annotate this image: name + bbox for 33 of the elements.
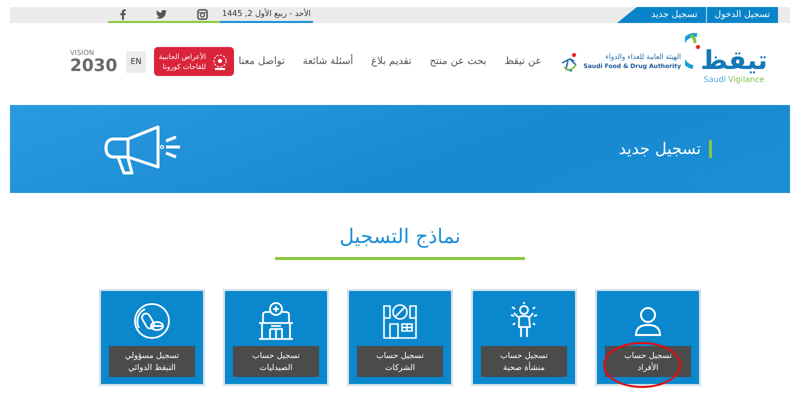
nav-link[interactable]: عن تيقظ	[504, 54, 542, 69]
card-label: تسجيل حساب الصيدليات	[233, 346, 319, 377]
logo-subtitle: Vigilance	[728, 75, 764, 84]
registration-card[interactable]: تسجيل حساب الأفراد	[595, 289, 701, 386]
card-label: تسجيل حساب منشأة صحية	[481, 346, 567, 377]
twitter-icon[interactable]	[156, 10, 167, 18]
nav-link[interactable]: بحث عن منتج	[430, 54, 486, 69]
pills-in-circle-icon	[133, 302, 171, 340]
facebook-icon[interactable]	[120, 8, 126, 20]
logo-mark-icon	[685, 33, 703, 69]
section-title: نماذج التسجيل	[340, 223, 461, 250]
pharmacy-building-icon	[257, 300, 295, 340]
card-label: تسجيل حساب الأفراد	[605, 346, 691, 377]
card-label: تسجيل حساب الشركات	[357, 346, 443, 377]
card-label: تسجيل مسؤولي التيقظ الدوائي	[109, 346, 195, 377]
instagram-icon[interactable]	[197, 8, 208, 20]
nav-link[interactable]: تقديم بلاغ	[371, 54, 412, 69]
logo-subtitle: Saudi	[704, 75, 726, 84]
account-link[interactable]: تسجيل جديد	[643, 7, 707, 23]
registration-card[interactable]: تسجيل حساب منشأة صحية	[471, 289, 577, 386]
account-link[interactable]: تسجيل الدخول	[706, 7, 778, 23]
banner-title: تسجيل جديد	[618, 138, 701, 160]
language-button[interactable]: EN	[126, 50, 146, 72]
logo-wordmark[interactable]: تيقظ	[700, 39, 768, 75]
nav-link[interactable]: تواصل معنا	[238, 54, 285, 69]
nav-link[interactable]: أسئلة شائعة	[302, 54, 354, 69]
registration-card[interactable]: تسجيل حساب الشركات	[347, 289, 453, 386]
registration-card[interactable]: تسجيل مسؤولي التيقظ الدوائي	[99, 289, 205, 386]
person-icon	[634, 306, 662, 336]
vision-year: 2030	[70, 56, 118, 74]
store-with-pill-icon	[380, 302, 420, 340]
date-text: الأحد - ربيع الأول 2, 1445	[220, 7, 313, 23]
registration-card[interactable]: تسجيل حساب الصيدليات	[223, 289, 329, 386]
